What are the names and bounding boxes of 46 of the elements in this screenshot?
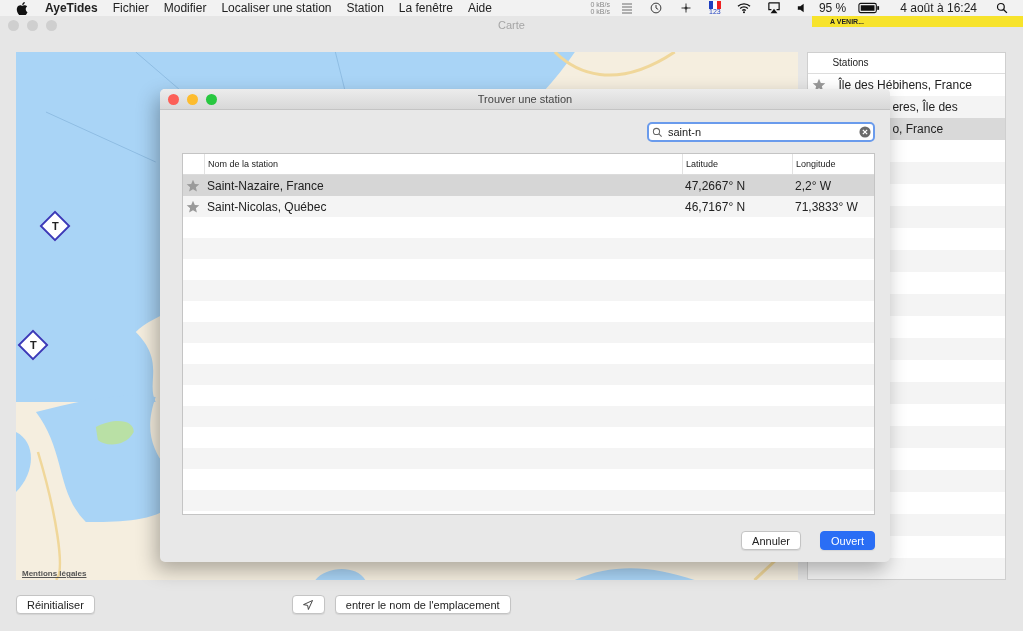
menu-item[interactable]: Modifier [163,1,207,15]
open-button[interactable]: Ouvert [820,531,875,550]
battery-percent: 95 % [818,1,847,15]
cancel-button[interactable]: Annuler [741,531,801,550]
wifi-icon[interactable] [736,2,751,14]
airplay-icon[interactable] [766,2,781,14]
location-button[interactable] [291,595,325,614]
search-icon[interactable] [995,2,1009,14]
column-header[interactable]: Nom de la station [204,154,682,174]
place-name-button[interactable]: entrer le nom de l'emplacement [334,595,511,614]
longitude-cell: 71,3833° W [795,199,858,214]
menu-item[interactable]: La fenêtre [398,1,453,15]
speaker-icon[interactable] [796,2,807,14]
station-row[interactable]: Île des Hébihens, France [808,74,1005,96]
table-row[interactable]: Saint-Nicolas, Québec 46,7167° N 71,3833° W [183,196,874,217]
search-field[interactable]: saint-n [647,122,875,142]
close-button[interactable] [168,93,179,105]
location-arrow-icon [302,598,315,611]
apple-logo-icon[interactable] [16,1,28,15]
clear-icon[interactable] [859,126,871,138]
station-name: Saint-Nicolas, Québec [207,199,327,214]
menu-item[interactable]: Station [346,1,384,15]
column-header[interactable]: Stations [808,53,1005,74]
star-icon[interactable] [812,78,827,92]
star-icon[interactable] [186,178,200,193]
search-icon [652,127,663,138]
menu-item[interactable]: Aide [467,1,492,15]
menu-item[interactable]: Localiser une station [221,1,332,15]
column-header[interactable]: Longitude [792,154,874,174]
latitude-cell: 47,2667° N [685,178,746,193]
station-name: Saint-Nazaire, France [207,178,324,193]
latitude-cell: 46,7167° N [685,199,746,214]
star-icon[interactable] [186,199,200,214]
legal-link[interactable]: Mentions légales [22,569,87,578]
reset-button[interactable]: Réinitialiser [16,595,95,614]
battery-icon[interactable] [858,2,881,14]
app-menu[interactable]: AyeTides [45,1,98,15]
clock[interactable]: 4 août à 16:24 [900,1,977,15]
column-header[interactable]: Latitude [682,154,792,174]
longitude-cell: 2,2° W [795,178,832,193]
flag-icon[interactable] [708,1,721,9]
dialog-title: Trouver une station [477,93,573,105]
clock-icon[interactable] [648,2,663,14]
table-row[interactable]: Saint-Nazaire, France 47,2667° N 2,2° W [183,175,874,196]
window-title: Carte [498,19,525,31]
menu-item[interactable]: Fichier [112,1,149,15]
